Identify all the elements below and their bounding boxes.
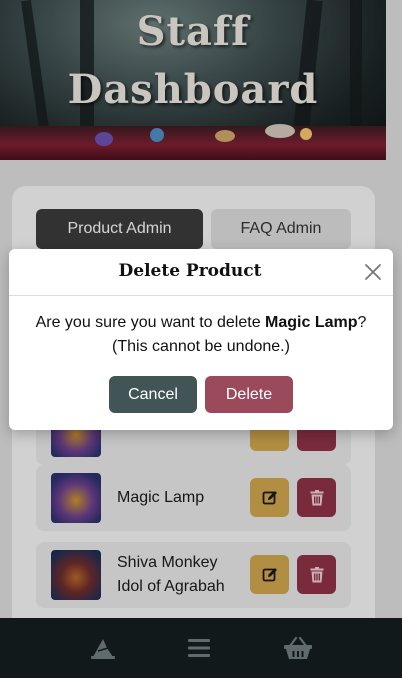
nav-menu-button[interactable] xyxy=(179,630,219,666)
close-button[interactable] xyxy=(363,262,383,282)
delete-product-modal: Delete Product Are you sure you want to … xyxy=(9,249,393,430)
modal-message: Are you sure you want to delete Magic La… xyxy=(9,311,393,359)
undo-warning: (This cannot be undone.) xyxy=(112,338,290,355)
product-name-highlight: Magic Lamp xyxy=(265,314,358,331)
close-icon xyxy=(365,264,381,280)
wizard-hat-icon xyxy=(91,639,115,659)
modal-title: Delete Product xyxy=(118,261,262,281)
bottom-nav xyxy=(0,618,402,678)
confirm-delete-button[interactable]: Delete xyxy=(205,376,293,413)
nav-basket-button[interactable] xyxy=(278,630,318,666)
modal-header: Delete Product xyxy=(9,249,393,296)
cancel-button[interactable]: Cancel xyxy=(109,376,197,413)
confirm-question: Are you sure you want to delete Magic La… xyxy=(35,314,367,331)
nav-home-button[interactable] xyxy=(83,630,123,666)
basket-icon xyxy=(284,637,312,659)
menu-icon xyxy=(188,639,210,657)
